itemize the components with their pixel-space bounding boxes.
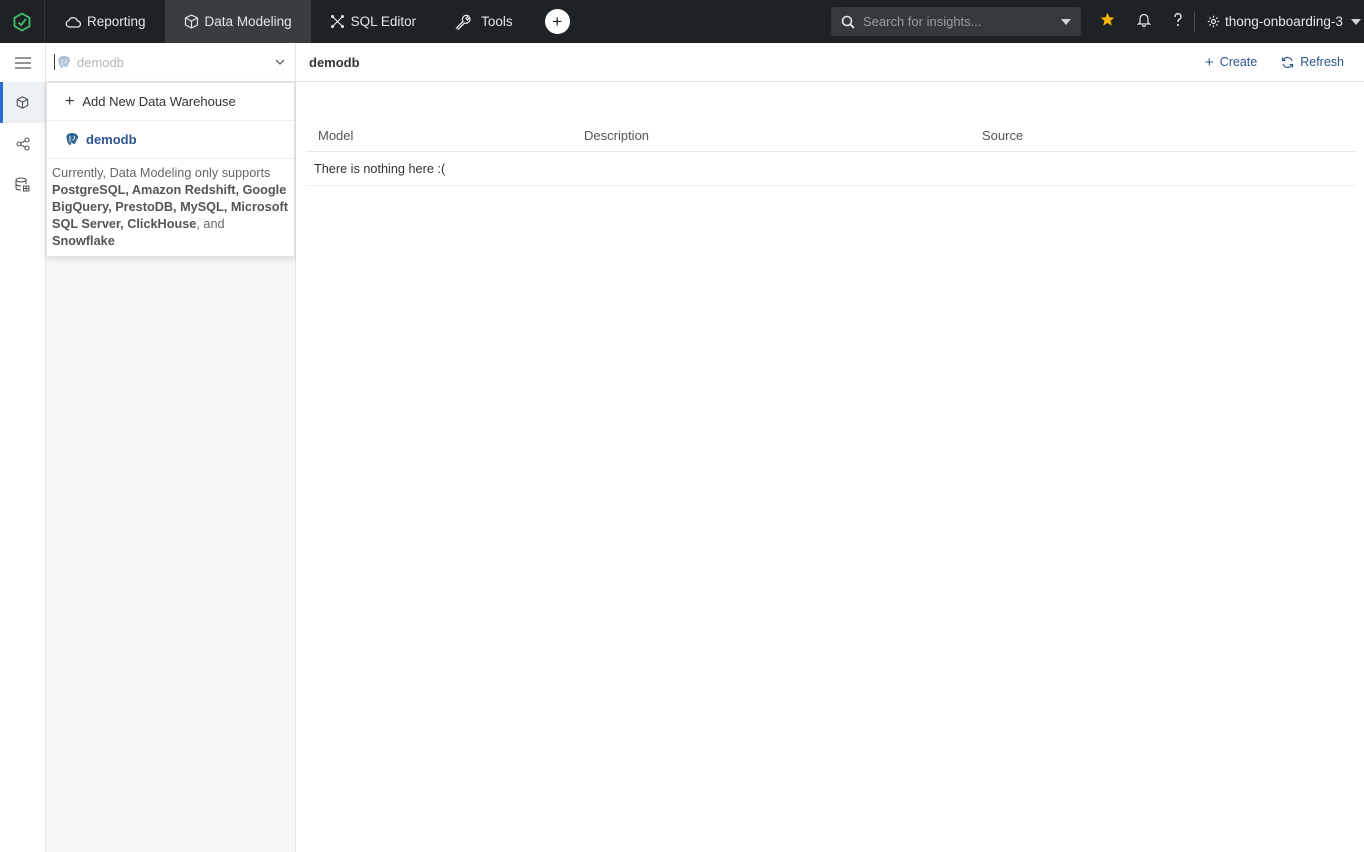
tab-sql-editor[interactable]: SQL Editor <box>311 0 436 43</box>
workspace-dropdown-icon <box>1350 18 1361 25</box>
app-logo[interactable] <box>0 0 45 43</box>
workspace-name: thong-onboarding-3 <box>1225 14 1343 29</box>
note-last: Snowflake <box>52 234 115 248</box>
data-source-dropdown: + Add New Data Warehouse demodb Currentl… <box>46 82 295 257</box>
column-header-description[interactable]: Description <box>584 128 649 143</box>
note-and: , and <box>196 217 225 231</box>
refresh-icon <box>1282 56 1294 68</box>
rail-datasets-button[interactable] <box>0 164 45 205</box>
empty-state-row: There is nothing here :( <box>306 152 1356 186</box>
data-source-placeholder: demodb <box>77 54 124 70</box>
note-supported-list: PostgreSQL, Amazon Redshift, Google BigQ… <box>52 183 288 231</box>
gear-icon <box>1207 15 1220 28</box>
chevron-down-icon[interactable] <box>275 59 285 65</box>
menu-toggle-button[interactable] <box>0 43 45 82</box>
sql-editor-icon <box>330 15 344 28</box>
models-table: Model Description Source There is nothin… <box>306 120 1356 186</box>
bell-icon[interactable] <box>1137 12 1151 27</box>
data-source-option-demodb[interactable]: demodb <box>47 121 294 159</box>
search-box[interactable] <box>831 7 1081 36</box>
hamburger-icon <box>14 56 31 69</box>
nav-divider <box>1194 11 1195 32</box>
search-input[interactable] <box>863 14 1061 29</box>
tab-reporting-label: Reporting <box>87 14 146 29</box>
column-header-model[interactable]: Model <box>318 128 353 143</box>
new-item-button[interactable]: + <box>544 9 570 34</box>
share-nodes-icon <box>15 136 30 151</box>
database-icon <box>15 177 30 192</box>
plus-icon: + <box>552 12 563 31</box>
tab-tools-label: Tools <box>481 14 513 29</box>
column-header-source[interactable]: Source <box>982 128 1023 143</box>
cube-icon <box>184 14 198 29</box>
plus-icon: + <box>1204 53 1214 71</box>
page-title: demodb <box>309 54 360 70</box>
create-label: Create <box>1219 55 1258 69</box>
search-icon <box>841 15 855 29</box>
sidebar: demodb + Add New Data Warehouse demodb C… <box>46 43 296 852</box>
postgresql-icon <box>66 133 79 146</box>
top-navbar: Reporting Data Modeling SQL Editor Tools… <box>0 0 1364 43</box>
tab-sql-editor-label: SQL Editor <box>350 14 417 29</box>
data-source-option-label: demodb <box>86 132 137 147</box>
cloud-icon <box>65 16 81 28</box>
search-dropdown-icon[interactable] <box>1061 18 1071 25</box>
rail-relationships-button[interactable] <box>0 123 45 164</box>
data-source-select[interactable]: demodb <box>46 43 295 82</box>
add-data-warehouse-label: Add New Data Warehouse <box>82 94 236 109</box>
logo-icon <box>13 11 31 32</box>
main-panel: demodb + Create Refresh Model Descriptio… <box>296 43 1364 852</box>
tab-data-modeling-label: Data Modeling <box>204 14 292 29</box>
plus-icon: + <box>65 92 75 110</box>
table-header: Model Description Source <box>306 120 1356 152</box>
main-header: demodb + Create Refresh <box>296 43 1364 82</box>
add-data-warehouse-option[interactable]: + Add New Data Warehouse <box>47 83 294 121</box>
empty-state-text: There is nothing here :( <box>314 161 446 176</box>
tab-data-modeling[interactable]: Data Modeling <box>164 0 311 43</box>
text-cursor <box>54 54 55 70</box>
tab-tools[interactable]: Tools <box>435 0 532 43</box>
create-button[interactable]: + Create <box>1205 54 1257 71</box>
star-icon[interactable] <box>1100 12 1115 27</box>
left-rail <box>0 43 46 852</box>
workspace-switcher[interactable]: thong-onboarding-3 <box>1207 0 1361 43</box>
cube-icon <box>16 96 29 109</box>
refresh-button[interactable]: Refresh <box>1281 55 1344 69</box>
postgresql-icon <box>58 55 71 68</box>
note-prefix: Currently, Data Modeling only supports <box>52 166 271 180</box>
supported-sources-note: Currently, Data Modeling only supports P… <box>47 159 294 256</box>
help-icon[interactable] <box>1172 12 1184 28</box>
wrench-icon <box>455 14 471 30</box>
rail-data-models-button[interactable] <box>0 82 45 123</box>
refresh-label: Refresh <box>1300 55 1344 69</box>
tab-reporting[interactable]: Reporting <box>46 0 165 43</box>
